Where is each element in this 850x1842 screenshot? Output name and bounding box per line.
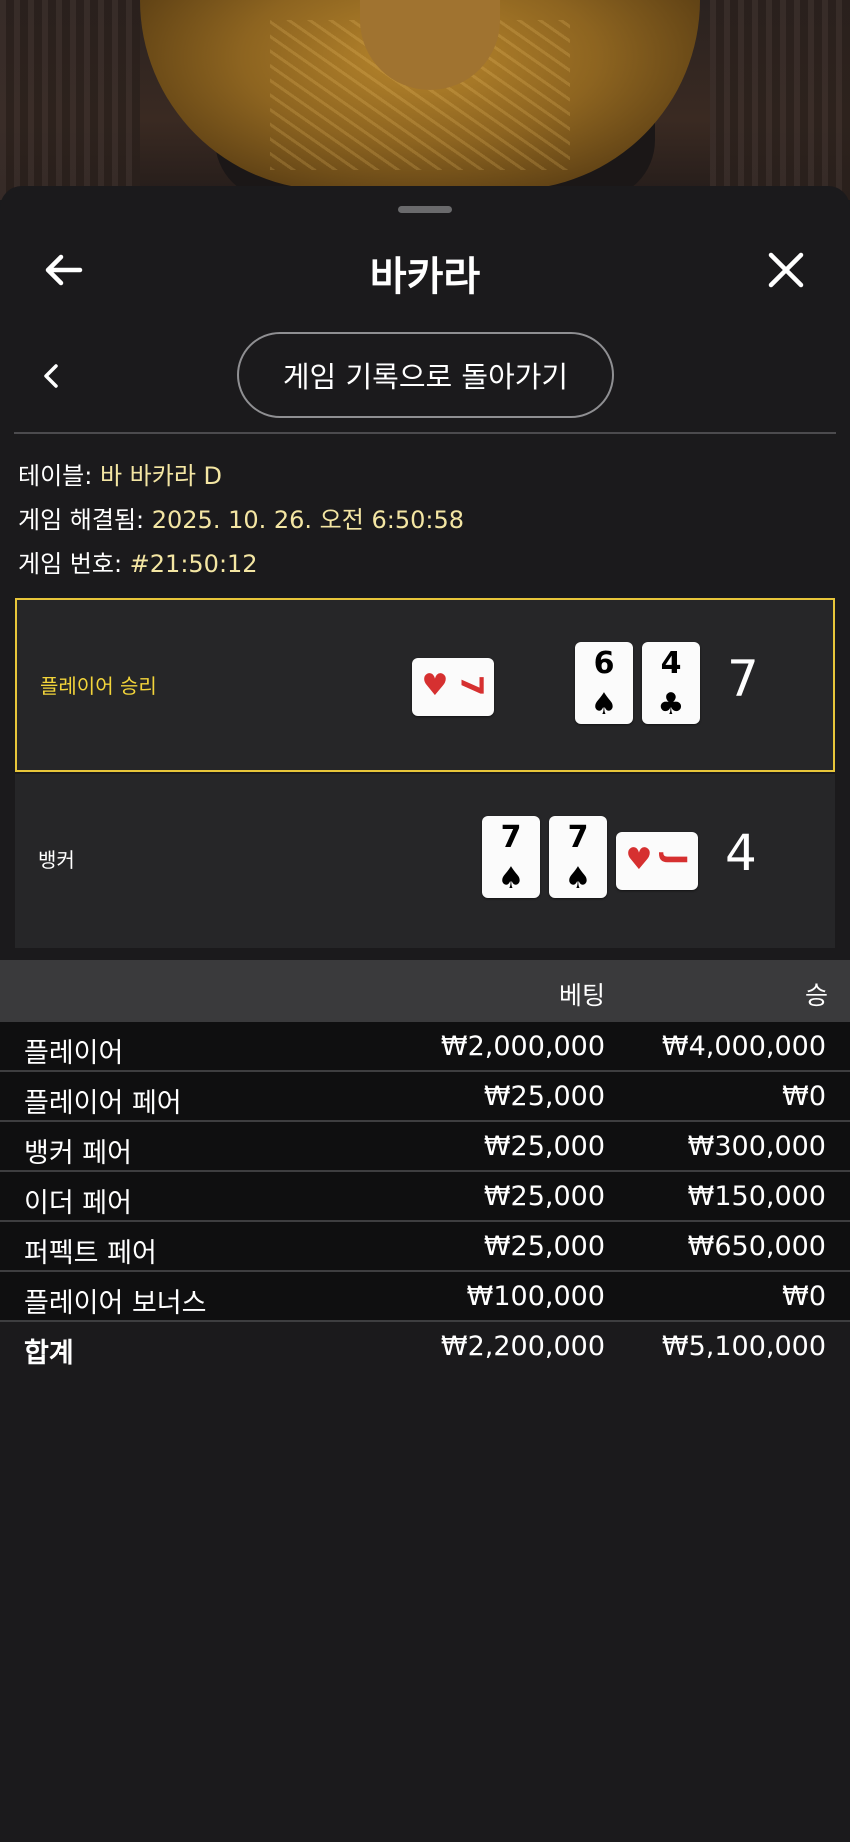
win-amount: ₩650,000 (687, 1231, 826, 1262)
playing-card: 7 ♠ (549, 816, 607, 898)
bet-type: 이더 페어 (24, 1188, 132, 1219)
card-rank: J (657, 853, 693, 866)
win-amount: ₩4,000,000 (661, 1031, 826, 1062)
chevron-left-icon[interactable] (34, 358, 70, 394)
page-title: 바카라 (369, 254, 481, 300)
card-suit: ♠ (590, 687, 618, 722)
card-suit: ♣ (657, 687, 685, 722)
card-rank: 6 (593, 646, 615, 681)
drag-handle[interactable] (398, 206, 452, 213)
column-header-bet: 베팅 (558, 981, 605, 1010)
table-row: 플레이어 ₩2,000,000 ₩4,000,000 (0, 1022, 850, 1072)
table-info: 테이블: 바 바카라 D (18, 456, 222, 491)
banker-hand-panel: 뱅커 7 ♠ 7 ♠ ♥ J 4 (15, 774, 835, 948)
card-suit: ♠ (564, 861, 592, 896)
playing-card: ♥ J (616, 832, 698, 890)
history-nav: 게임 기록으로 돌아가기 (0, 332, 850, 422)
total-row: 합계 ₩2,200,000 ₩5,100,000 (0, 1322, 850, 1372)
card-suit: ♠ (497, 861, 525, 896)
table-row: 뱅커 페어 ₩25,000 ₩300,000 (0, 1122, 850, 1172)
bet-amount: ₩25,000 (483, 1131, 605, 1162)
player-score: 7 (727, 650, 759, 708)
total-label: 합계 (24, 1338, 74, 1369)
background-shelf (0, 0, 140, 200)
playing-card: 6 ♠ (575, 642, 633, 724)
card-rank: 7 (453, 675, 489, 696)
bet-amount: ₩25,000 (483, 1181, 605, 1212)
total-bet-amount: ₩2,200,000 (440, 1331, 605, 1362)
close-icon[interactable] (762, 246, 810, 294)
live-video-background (0, 0, 850, 200)
table-row: 이더 페어 ₩25,000 ₩150,000 (0, 1172, 850, 1222)
table-row: 플레이어 페어 ₩25,000 ₩0 (0, 1072, 850, 1122)
bet-amount: ₩25,000 (483, 1231, 605, 1262)
table-row: 플레이어 보너스 ₩100,000 ₩0 (0, 1272, 850, 1322)
back-to-history-button[interactable]: 게임 기록으로 돌아가기 (237, 332, 614, 418)
win-amount: ₩150,000 (687, 1181, 826, 1212)
resolved-info-label: 게임 해결됨: (18, 506, 152, 534)
card-suit: ♥ (625, 842, 653, 877)
resolved-info: 게임 해결됨: 2025. 10. 26. 오전 6:50:58 (18, 500, 464, 535)
resolved-info-value: 2025. 10. 26. 오전 6:50:58 (151, 506, 464, 534)
background-shelf (710, 0, 850, 200)
card-rank: 7 (567, 820, 589, 855)
sheet-header: 바카라 (0, 230, 850, 310)
bet-type: 퍼펙트 페어 (24, 1238, 157, 1269)
win-amount: ₩300,000 (687, 1131, 826, 1162)
playing-card: 7 ♠ (482, 816, 540, 898)
player-hand-panel: 플레이어 승리 ♥ 7 6 ♠ 4 ♣ 7 (15, 598, 835, 772)
column-header-win: 승 (804, 981, 828, 1010)
table-info-value: 바 바카라 D (99, 462, 223, 490)
card-rank: 7 (500, 820, 522, 855)
total-win-amount: ₩5,100,000 (661, 1331, 826, 1362)
card-suit: ♥ (421, 668, 449, 703)
bet-amount: ₩2,000,000 (440, 1031, 605, 1062)
player-result-label: 플레이어 승리 (40, 674, 157, 698)
game-number-value: #21:50:12 (129, 550, 258, 578)
table-header: 베팅 승 (0, 960, 850, 1022)
banker-label: 뱅커 (38, 848, 75, 872)
win-amount: ₩0 (782, 1281, 826, 1312)
card-rank: 4 (660, 646, 682, 681)
divider (14, 432, 836, 434)
bet-type: 플레이어 (24, 1038, 124, 1069)
game-detail-sheet: 바카라 게임 기록으로 돌아가기 테이블: 바 바카라 D 게임 해결됨: 20… (0, 186, 850, 1842)
playing-card: ♥ 7 (412, 658, 494, 716)
bet-amount: ₩100,000 (466, 1281, 605, 1312)
table-info-label: 테이블: (18, 462, 100, 490)
bet-type: 뱅커 페어 (24, 1138, 132, 1169)
bet-type: 플레이어 페어 (24, 1088, 182, 1119)
bet-type: 플레이어 보너스 (24, 1288, 207, 1319)
bet-amount: ₩25,000 (483, 1081, 605, 1112)
banker-score: 4 (725, 824, 757, 882)
game-number-label: 게임 번호: (18, 550, 130, 578)
playing-card: 4 ♣ (642, 642, 700, 724)
game-number-info: 게임 번호: #21:50:12 (18, 544, 258, 579)
table-row: 퍼펙트 페어 ₩25,000 ₩650,000 (0, 1222, 850, 1272)
win-amount: ₩0 (782, 1081, 826, 1112)
